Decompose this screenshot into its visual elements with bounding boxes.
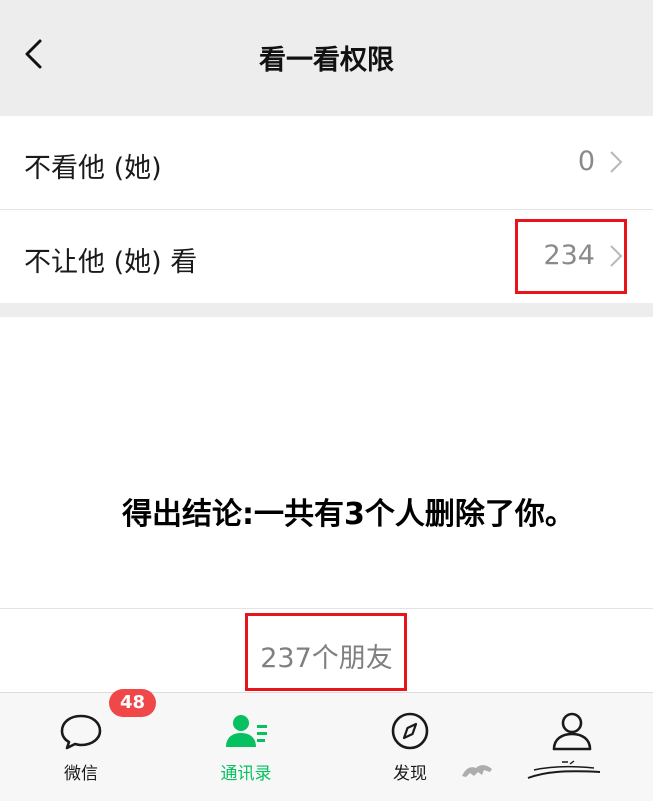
chat-bubble-icon: [60, 714, 102, 750]
unread-badge: 48: [109, 689, 157, 717]
tab-me[interactable]: [512, 693, 632, 801]
watermark-scribble: [462, 765, 492, 777]
tab-discover[interactable]: 发现: [350, 693, 470, 801]
tab-contacts[interactable]: 通讯录: [186, 693, 306, 801]
page-title: 看一看权限: [259, 45, 394, 76]
highlight-box-value: [515, 219, 627, 294]
section-separator: [0, 303, 653, 317]
person-icon: [552, 712, 592, 751]
tab-label: 微信: [64, 764, 98, 784]
contacts-icon: [226, 715, 267, 747]
list-item-hide-his-moments[interactable]: 不看他 (她) 0: [0, 116, 653, 210]
watermark-scribble: [527, 760, 601, 779]
nav-header: 看一看权限: [0, 0, 653, 116]
highlight-box-count: [245, 613, 407, 691]
tab-label: 发现: [393, 764, 427, 784]
list-item-label: 不让他 (她) 看: [24, 247, 198, 278]
list-item-label: 不看他 (她): [24, 153, 162, 184]
tab-chats[interactable]: 48 微信: [21, 689, 157, 801]
tab-label: 通讯录: [220, 764, 272, 784]
chevron-right-icon: [610, 151, 623, 173]
list-item-value: 0: [577, 146, 595, 177]
annotation-text: 得出结论:一共有3个人删除了你。: [122, 497, 575, 532]
compass-icon: [391, 712, 429, 750]
bottom-tab-bar: 48 微信 通讯录 发现: [0, 689, 653, 801]
divider: [0, 608, 653, 609]
